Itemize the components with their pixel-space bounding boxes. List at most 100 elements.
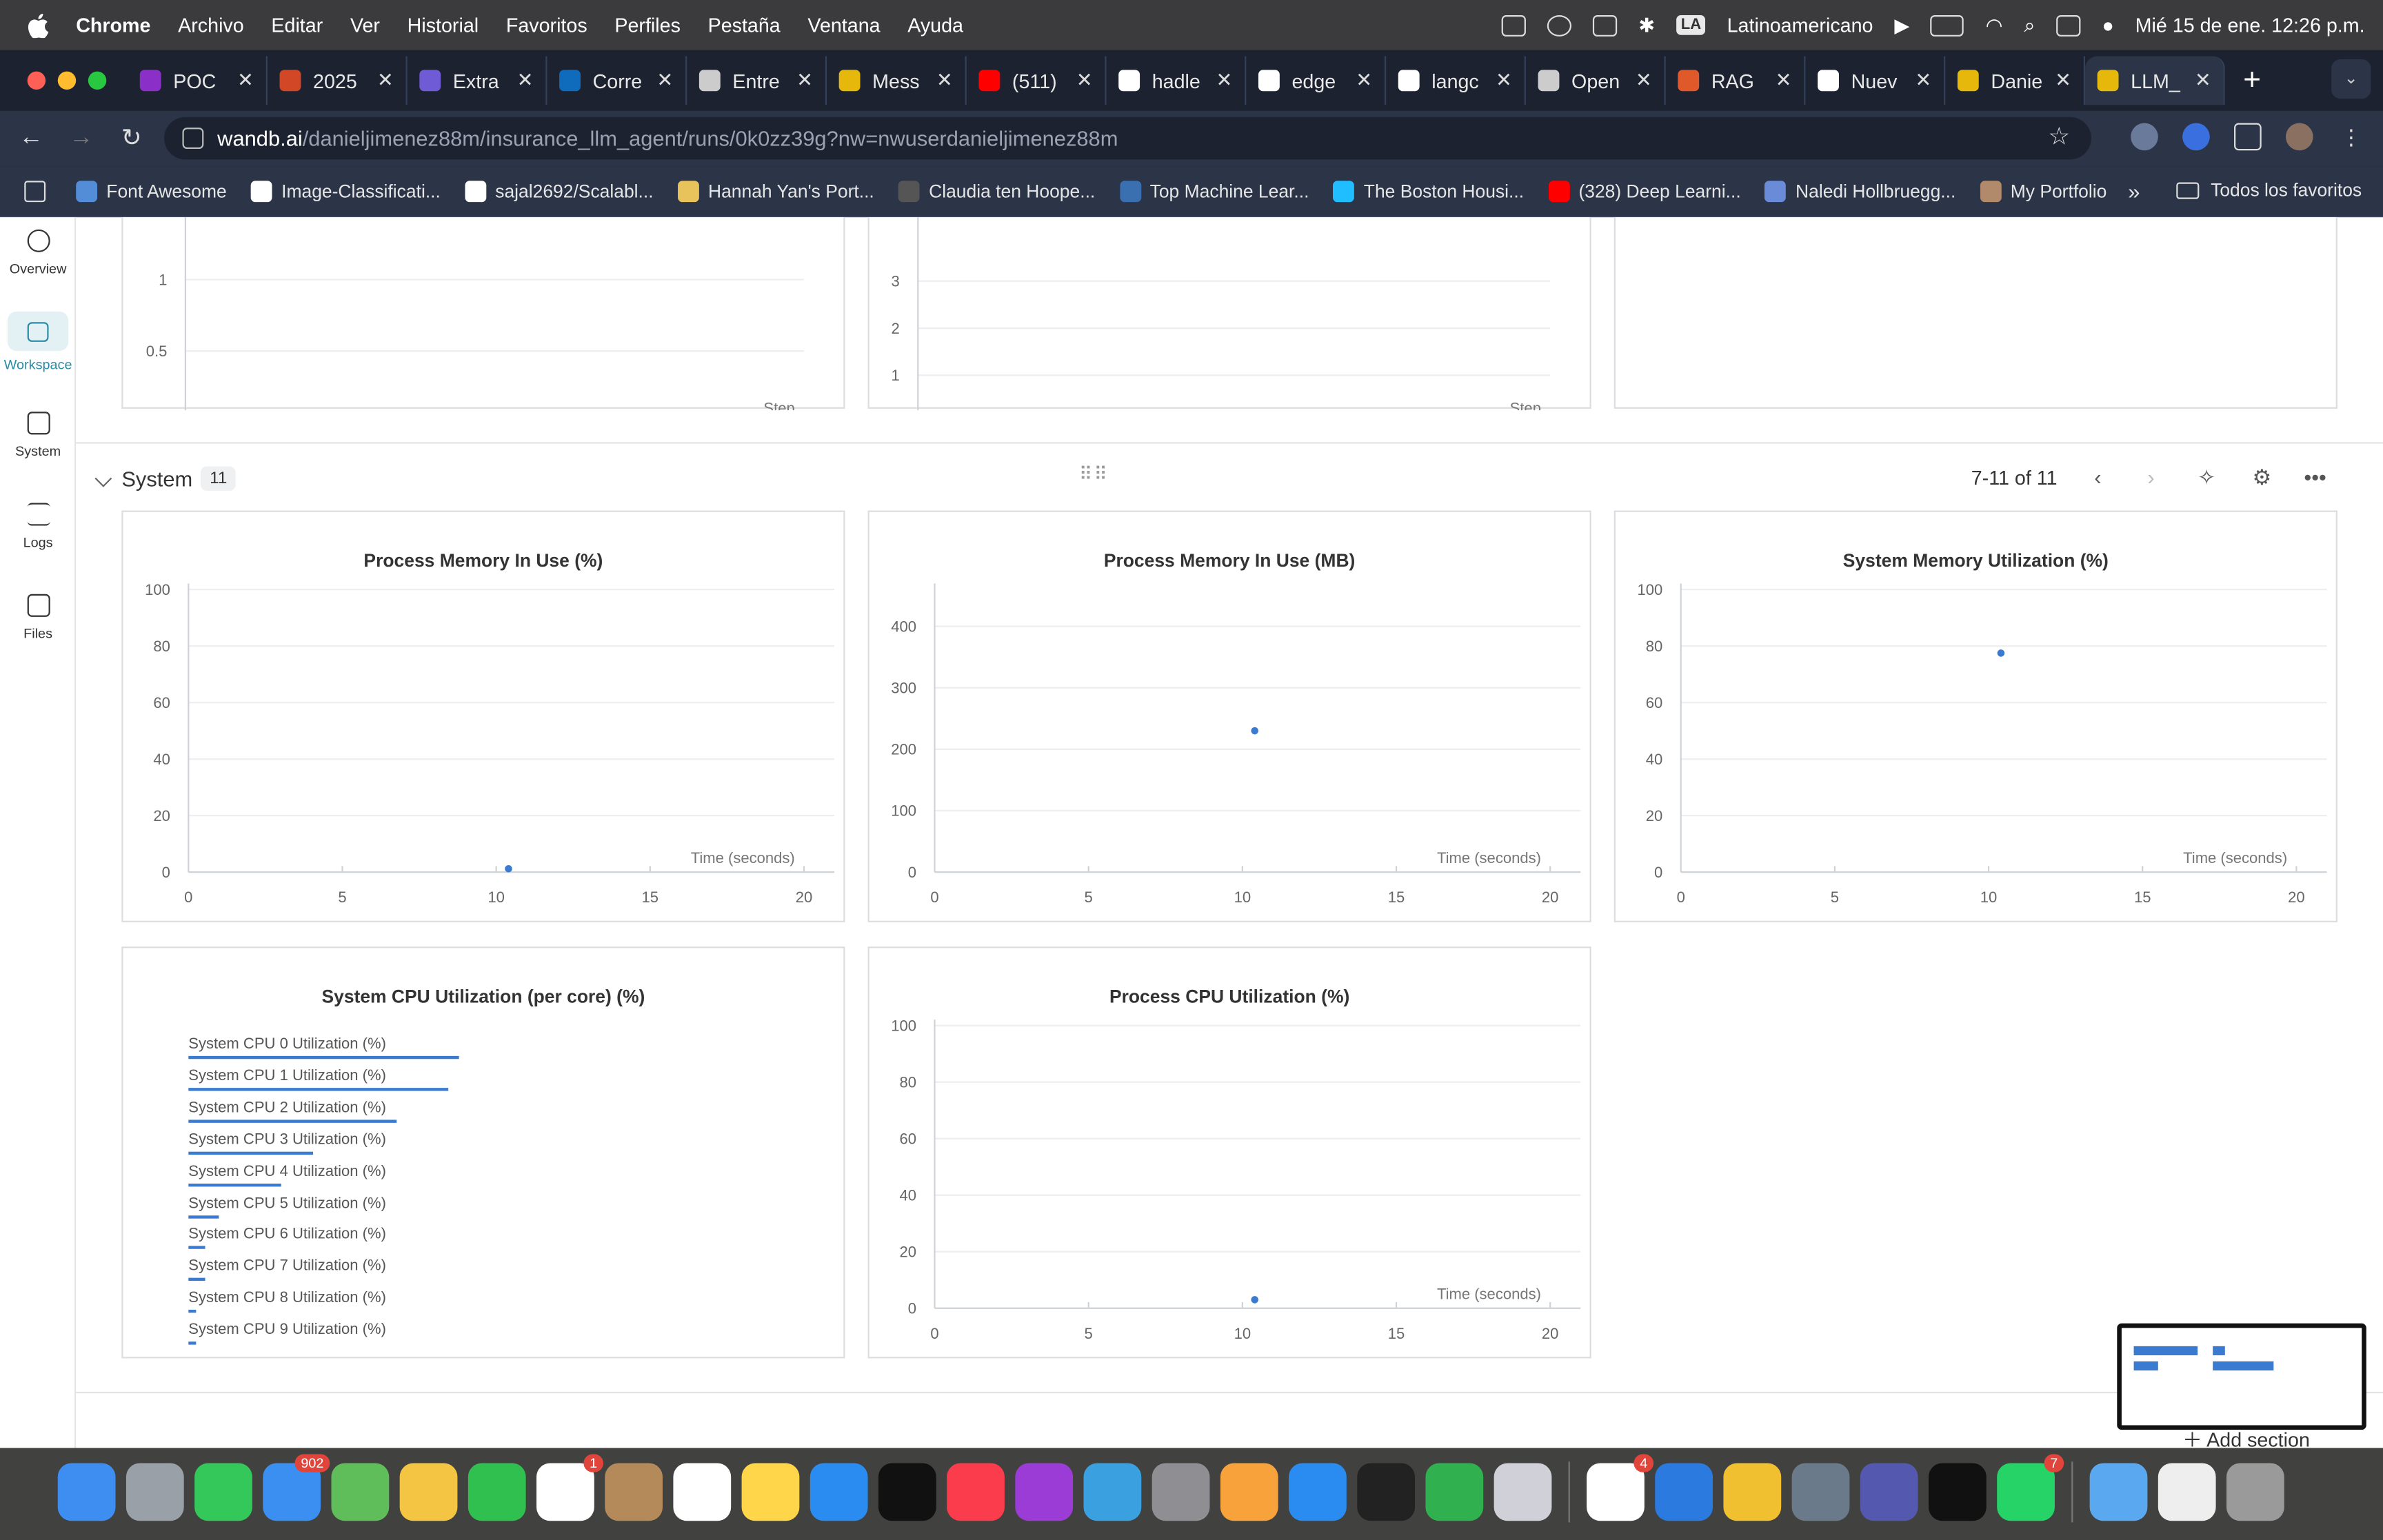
dock-app-iphone-mirroring[interactable] (1494, 1463, 1552, 1521)
cpu-legend-item[interactable]: System CPU 7 Utilization (%) (188, 1259, 386, 1281)
browser-tab[interactable]: Extra ✕ (408, 56, 547, 105)
dock-app-pages[interactable] (1220, 1463, 1278, 1521)
panel-process-memory-pct[interactable]: Process Memory In Use (%) 0 20 40 60 80 100 0 5… (121, 510, 845, 922)
browser-tab[interactable]: Entre ✕ (687, 56, 827, 105)
browser-tab[interactable]: 2025 ✕ (268, 56, 408, 105)
tab-search-button[interactable]: ⌄ (2331, 59, 2371, 99)
dock-app-mail[interactable]: 902 (263, 1454, 330, 1521)
control-center-icon[interactable] (2056, 14, 2081, 36)
menu-archivo[interactable]: Archivo (178, 14, 244, 37)
keyboard-layout-badge[interactable]: LA (1676, 15, 1706, 35)
tab-close-icon[interactable]: ✕ (1496, 68, 1512, 92)
dock-app-system-settings[interactable] (1152, 1463, 1210, 1521)
menu-favoritos[interactable]: Favoritos (506, 14, 587, 37)
menu-ayuda[interactable]: Ayuda (907, 14, 963, 37)
cpu-legend-item[interactable]: System CPU 2 Utilization (%) (188, 1100, 397, 1123)
address-bar[interactable]: wandb.ai /danieljimenez88m/insurance_llm… (164, 116, 2091, 160)
bookmark-item[interactable]: Hannah Yan's Port... (677, 180, 874, 202)
dock-app-app-store[interactable] (1289, 1463, 1347, 1521)
keyboard-layout-label[interactable]: Latinoamericano (1727, 14, 1873, 37)
cpu-legend-item[interactable]: System CPU 4 Utilization (%) (188, 1163, 386, 1186)
screen-mirror-icon[interactable] (1593, 14, 1618, 36)
profile-avatar[interactable] (2285, 123, 2313, 151)
prev-page-icon[interactable]: ‹ (2094, 465, 2101, 489)
dock-app-finder[interactable] (57, 1463, 116, 1521)
bookmark-item[interactable]: Top Machine Lear... (1119, 180, 1309, 202)
bookmark-item[interactable]: Image-Classificati... (251, 180, 441, 202)
panel-top-2[interactable]: 32100123456Step (867, 217, 1591, 411)
tab-close-icon[interactable]: ✕ (796, 68, 813, 92)
dock-app-teams[interactable] (1860, 1463, 1918, 1521)
sidebar-item-files[interactable]: Files (0, 594, 76, 641)
browser-tab[interactable]: POC ✕ (128, 56, 268, 105)
menu-ver[interactable]: Ver (350, 14, 380, 37)
dock-app-podcasts[interactable] (1015, 1463, 1074, 1521)
tab-close-icon[interactable]: ✕ (936, 68, 953, 92)
reload-icon[interactable]: ↻ (106, 123, 157, 154)
panel-system-memory-pct[interactable]: System Memory Utilization (%) 0 20 40 60 80 1… (1613, 510, 2337, 922)
chrome-menu-icon[interactable]: ⋮ (2337, 123, 2365, 151)
bookmark-item[interactable]: sajal2692/Scalabl... (465, 180, 654, 202)
next-page-icon[interactable]: › (2147, 465, 2154, 489)
dock-app-maps[interactable] (331, 1463, 390, 1521)
dock-app-reminders[interactable] (673, 1463, 732, 1521)
battery-icon[interactable] (1931, 14, 1964, 36)
tab-close-icon[interactable]: ✕ (656, 68, 673, 92)
pin-icon[interactable]: ✧ (2198, 465, 2215, 490)
search-icon[interactable]: ⌕ (2024, 13, 2035, 37)
dock-app-slack[interactable]: 4 (1587, 1454, 1654, 1521)
tab-close-icon[interactable]: ✕ (1216, 68, 1232, 92)
menu-perfiles[interactable]: Perfiles (614, 14, 681, 37)
extensions-puzzle-icon[interactable] (2234, 123, 2262, 151)
dock-app-photos[interactable] (399, 1463, 458, 1521)
menu-app-name[interactable]: Chrome (76, 14, 150, 37)
menu-pestana[interactable]: Pestaña (708, 14, 781, 37)
bookmark-item[interactable]: Claudia ten Hoope... (898, 180, 1095, 202)
site-info-icon[interactable] (182, 128, 204, 150)
dock-app-notes[interactable] (741, 1463, 800, 1521)
dock-app-folder[interactable] (2089, 1463, 2148, 1521)
forward-icon[interactable]: → (57, 125, 107, 152)
browser-tab[interactable]: Mess ✕ (827, 56, 967, 105)
browser-tab[interactable]: (511) ✕ (967, 56, 1107, 105)
cpu-legend-item[interactable]: System CPU 1 Utilization (%) (188, 1068, 448, 1091)
dock-app-tv[interactable] (878, 1463, 936, 1521)
menu-editar[interactable]: Editar (271, 14, 323, 37)
globe-icon[interactable] (1547, 14, 1572, 36)
tab-close-icon[interactable]: ✕ (2195, 68, 2211, 92)
dock-app-contacts[interactable] (605, 1463, 663, 1521)
sidebar-item-overview[interactable]: Overview (0, 229, 76, 276)
tab-close-icon[interactable]: ✕ (517, 68, 534, 92)
all-bookmarks-button[interactable]: Todos los favoritos (2175, 179, 2362, 201)
play-icon[interactable]: ▶ (1894, 13, 1909, 37)
add-section-button[interactable]: ＋ Add section (2182, 1424, 2310, 1448)
close-window-button[interactable] (27, 71, 46, 90)
browser-tab[interactable]: Danie ✕ (1945, 56, 2086, 105)
siri-icon[interactable]: ● (2102, 14, 2113, 37)
dock-app-preview[interactable] (1083, 1463, 1142, 1521)
dock-app-safari[interactable] (810, 1463, 868, 1521)
new-tab-button[interactable]: + (2243, 63, 2261, 98)
section-name[interactable]: System (121, 467, 192, 491)
bookmark-item[interactable]: Naledi Hollbruegg... (1764, 180, 1955, 202)
browser-tab[interactable]: Corre ✕ (547, 56, 687, 105)
bookmark-item[interactable]: The Boston Housi... (1333, 180, 1524, 202)
collapse-chevron-icon[interactable] (94, 469, 112, 487)
maximize-window-button[interactable] (88, 71, 107, 90)
dock-app-pycharm[interactable] (1929, 1463, 1987, 1521)
dock-app-terminal[interactable] (1357, 1463, 1416, 1521)
bluetooth-icon[interactable]: ✱ (1638, 13, 1655, 37)
dock-app-keynote[interactable] (1655, 1463, 1713, 1521)
menu-datetime[interactable]: Mié 15 de ene. 12:26 p.m. (2135, 14, 2365, 37)
tab-close-icon[interactable]: ✕ (2055, 68, 2071, 92)
dock-app-launchpad[interactable] (125, 1463, 184, 1521)
dock-app-whatsapp[interactable]: 7 (1997, 1454, 2064, 1521)
cpu-legend-item[interactable]: System CPU 9 Utilization (%) (188, 1322, 386, 1345)
sidebar-item-workspace[interactable]: Workspace (0, 311, 76, 372)
extension-tag-icon[interactable] (2182, 123, 2210, 151)
bookmark-item[interactable]: (328) Deep Learni... (1548, 180, 1741, 202)
menu-historial[interactable]: Historial (408, 14, 479, 37)
more-bookmarks-icon[interactable]: » (2128, 179, 2140, 203)
tab-close-icon[interactable]: ✕ (237, 68, 254, 92)
workspace-minimap[interactable] (2117, 1323, 2366, 1430)
